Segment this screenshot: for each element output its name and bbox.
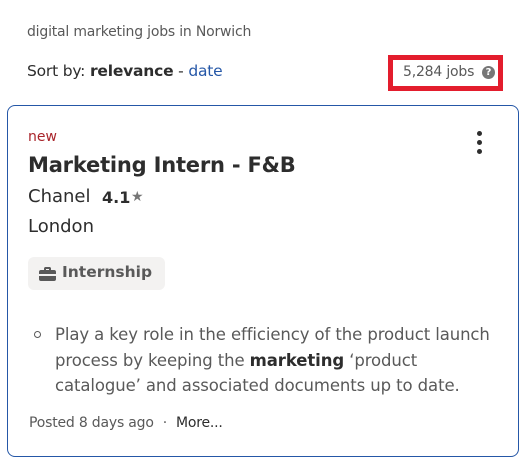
job-type-label: Internship	[62, 263, 153, 281]
footer-separator: ·	[162, 415, 167, 431]
star-icon: ★	[131, 189, 144, 205]
job-snippet: Play a key role in the efficiency of the…	[55, 325, 490, 395]
question-circle-icon[interactable]: ?	[482, 66, 495, 79]
company-rating: 4.1	[102, 188, 131, 207]
sort-by-prefix: Sort by:	[27, 62, 86, 80]
sort-separator: -	[178, 62, 184, 80]
new-badge: new	[28, 129, 57, 145]
job-location: London	[28, 216, 94, 237]
company-name[interactable]: Chanel	[28, 186, 91, 207]
more-options-icon[interactable]	[473, 131, 485, 157]
search-query-label: digital marketing jobs in Norwich	[27, 24, 252, 40]
posted-date: Posted 8 days ago	[29, 415, 154, 431]
briefcase-icon	[39, 267, 56, 281]
job-count: 5,284 jobs	[403, 64, 475, 80]
job-card-footer: Posted 8 days ago · More...	[29, 415, 223, 431]
sort-date-link[interactable]: date	[188, 62, 222, 80]
bullet-circle-icon	[34, 331, 41, 338]
job-type-tag: Internship	[28, 257, 165, 290]
more-link[interactable]: More...	[176, 415, 223, 431]
snippet-highlight: marketing	[249, 350, 345, 370]
job-title-link[interactable]: Marketing Intern - F&B	[28, 153, 296, 177]
sort-relevance-option: relevance	[89, 62, 174, 80]
sort-by-bar: Sort by: relevance - date	[27, 62, 223, 80]
